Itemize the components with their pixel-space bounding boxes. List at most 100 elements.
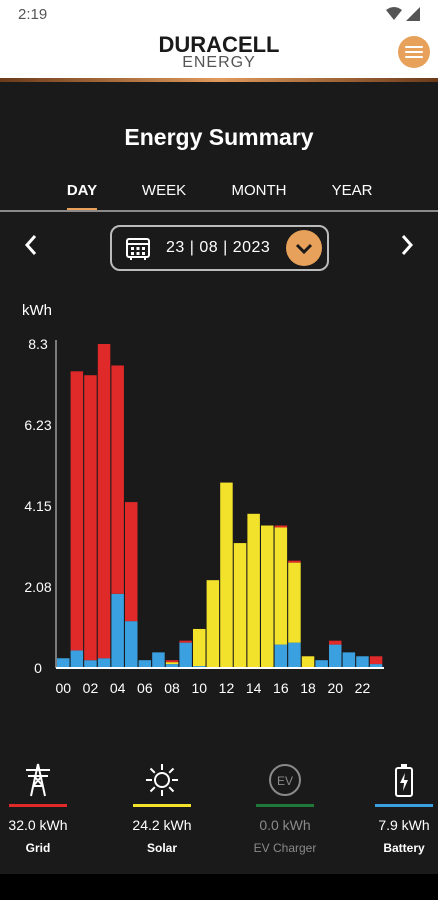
tab-month[interactable]: MONTH [232, 182, 287, 199]
y-axis-unit-label: kWh [22, 302, 52, 319]
chevron-left-icon [24, 235, 37, 255]
bar-solar [247, 513, 260, 668]
legend-ev-charger[interactable]: EV 0.0 kWh EV Charger [235, 760, 335, 855]
date-selector[interactable]: 23 | 08 | 2023 [110, 225, 329, 271]
bar-solar [220, 482, 233, 668]
bar-grid [179, 640, 192, 643]
bar-solar [274, 527, 288, 645]
x-tick-label: 16 [273, 680, 289, 696]
bar-battery [70, 650, 84, 668]
legend-ev-label: EV Charger [253, 841, 317, 855]
date-dropdown-button[interactable] [286, 230, 322, 266]
bar-battery [152, 652, 165, 668]
legend-battery[interactable]: 7.9 kWh Battery [354, 760, 438, 855]
legend-grid-color [9, 804, 67, 807]
bar-battery [342, 652, 356, 668]
legend-solar[interactable]: 24.2 kWh Solar [112, 760, 212, 855]
bar-battery [329, 644, 342, 668]
bar-grid [274, 525, 288, 528]
y-tick-label: 8.3 [28, 336, 48, 352]
bar-solar [193, 628, 206, 667]
status-time: 2:19 [18, 6, 48, 23]
bar-solar [261, 525, 274, 668]
bar-solar [206, 580, 220, 668]
tab-week[interactable]: WEEK [142, 182, 186, 199]
bar-battery [138, 660, 152, 668]
chevron-right-icon [401, 235, 414, 255]
next-date-button[interactable] [394, 230, 420, 260]
status-icons [386, 7, 420, 21]
period-tabs: DAY WEEK MONTH YEAR [0, 182, 438, 212]
y-tick-label: 4.15 [24, 498, 51, 514]
energy-legend: 32.0 kWh Grid 24.2 kWh Solar EV 0.0 kWh … [0, 760, 438, 870]
bar-grid [165, 660, 179, 663]
x-tick-label: 14 [246, 680, 262, 696]
menu-icon-line [405, 46, 423, 48]
bar-grid [329, 640, 342, 645]
legend-solar-label: Solar [146, 841, 177, 855]
bar-grid [111, 365, 124, 594]
bar-grid [97, 344, 111, 659]
x-tick-label: 12 [219, 680, 235, 696]
chevron-down-icon [295, 243, 313, 255]
bar-solar [233, 543, 247, 668]
bar-battery [97, 658, 111, 668]
bar-grid [369, 656, 383, 665]
bar-solar [301, 656, 315, 668]
x-tick-label: 06 [137, 680, 153, 696]
grid-tower-icon [0, 760, 88, 800]
x-tick-label: 02 [83, 680, 99, 696]
y-tick-label: 6.23 [24, 417, 51, 433]
bar-grid [70, 371, 84, 651]
header-accent-line [0, 78, 438, 82]
tab-day[interactable]: DAY [67, 182, 97, 199]
svg-text:EV: EV [277, 774, 293, 788]
legend-battery-value: 7.9 kWh [378, 817, 430, 833]
menu-button[interactable] [398, 36, 430, 68]
wifi-icon [386, 7, 402, 20]
y-tick-label: 0 [34, 660, 42, 676]
ev-charger-icon: EV [235, 760, 335, 800]
x-tick-label: 22 [355, 680, 371, 696]
bar-solar [165, 662, 179, 665]
x-tick-label: 20 [327, 680, 343, 696]
bar-grid [288, 560, 301, 563]
legend-grid-value: 32.0 kWh [8, 817, 68, 833]
bar-solar [288, 562, 301, 643]
menu-icon-line [405, 51, 423, 53]
legend-battery-color [375, 804, 433, 807]
legend-ev-color [256, 804, 314, 807]
bar-battery [315, 660, 328, 668]
bar-battery [125, 621, 138, 668]
calendar-icon [126, 238, 150, 260]
signal-icon [406, 7, 420, 21]
x-tick-label: 18 [300, 680, 316, 696]
page-title: Energy Summary [124, 124, 314, 150]
status-bar: 2:19 [0, 0, 438, 30]
bar-battery [84, 660, 97, 668]
bar-grid [84, 375, 97, 661]
x-tick-label: 08 [164, 680, 180, 696]
tab-year[interactable]: YEAR [332, 182, 373, 199]
previous-date-button[interactable] [18, 230, 44, 260]
legend-grid-label: Grid [25, 841, 51, 855]
energy-bar-chart: 0 2.08 4.15 6.23 8.3 00 02 04 06 08 10 12 14 16 18 20 22 [24, 336, 384, 696]
system-nav-bar [0, 874, 438, 900]
bar-grid [125, 502, 138, 622]
legend-ev-value: 0.0 kWh [259, 817, 311, 833]
bar-battery [356, 656, 369, 668]
legend-solar-value: 24.2 kWh [132, 817, 192, 833]
tabs-divider [0, 210, 438, 212]
x-tick-label: 04 [110, 680, 126, 696]
x-tick-label: 10 [191, 680, 207, 696]
bar-battery [57, 658, 70, 668]
y-tick-label: 2.08 [24, 579, 51, 595]
legend-battery-label: Battery [383, 841, 425, 855]
menu-icon-line [405, 56, 423, 58]
legend-grid[interactable]: 32.0 kWh Grid [0, 760, 88, 855]
bar-battery [111, 593, 124, 668]
legend-solar-color [133, 804, 191, 807]
selected-date: 23 | 08 | 2023 [166, 239, 271, 256]
x-tick-label: 00 [55, 680, 71, 696]
logo-sub: ENERGY [182, 54, 256, 71]
